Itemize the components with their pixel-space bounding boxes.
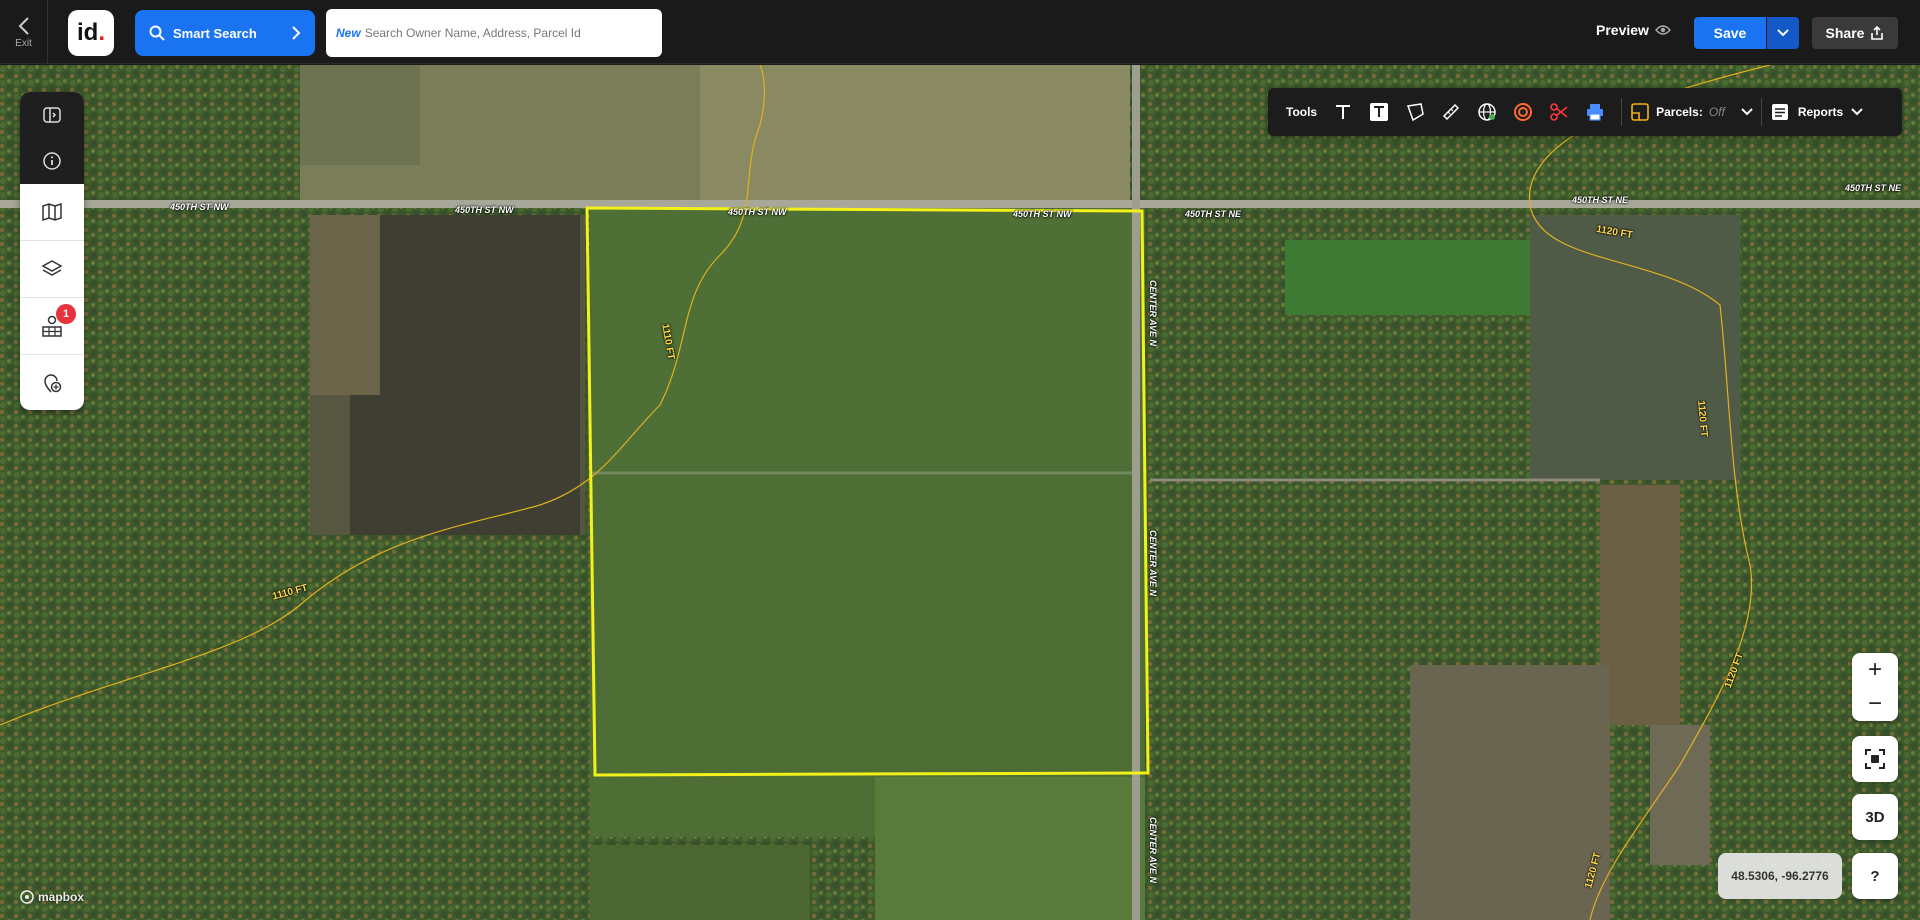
parcels-label: Parcels:	[1656, 105, 1703, 119]
road-label: 450TH ST NE	[1185, 209, 1242, 219]
layers-button[interactable]	[20, 241, 84, 297]
target-icon	[1514, 103, 1533, 121]
globe-tool-button[interactable]	[1469, 94, 1505, 130]
exit-label: Exit	[15, 37, 32, 49]
smart-search-label: Smart Search	[173, 25, 257, 41]
info-icon	[43, 152, 61, 170]
preview-button[interactable]: Preview	[1596, 22, 1671, 38]
chevron-right-icon	[292, 26, 301, 40]
road-label: 450TH ST NW	[170, 202, 229, 212]
left-toolbar: 1	[20, 92, 84, 410]
logo-dot: .	[98, 19, 105, 46]
map-canvas[interactable]: 450TH ST NW 450TH ST NW 450TH ST NW 450T…	[0, 65, 1920, 920]
road-label: 450TH ST NW	[728, 207, 787, 217]
scissors-icon	[1550, 103, 1568, 121]
help-button[interactable]: ?	[1852, 853, 1898, 899]
parcels-icon	[1631, 103, 1649, 121]
exit-button[interactable]: Exit	[0, 0, 48, 64]
divider	[1760, 98, 1762, 126]
share-button[interactable]: Share	[1812, 17, 1898, 49]
share-label: Share	[1825, 25, 1865, 41]
add-location-icon	[44, 374, 62, 393]
search-icon	[149, 25, 165, 41]
chevron-down-icon	[1777, 29, 1789, 37]
print-tool-button[interactable]	[1577, 94, 1613, 130]
road-label: CENTER AVE N	[1148, 530, 1158, 597]
reports-menu[interactable]: Reports	[1770, 102, 1863, 122]
road-label: 450TH ST NW	[455, 205, 514, 215]
print-icon	[1587, 104, 1604, 121]
polygon-icon	[1407, 103, 1424, 122]
zoom-out-button[interactable]: −	[1852, 687, 1898, 721]
fit-bounds-button[interactable]	[1852, 736, 1898, 782]
mapbox-label: mapbox	[38, 890, 85, 904]
logo-text: id	[77, 19, 99, 46]
top-bar: Exit id. Smart Search New Preview Save S…	[0, 0, 1920, 64]
chevron-down-icon	[1741, 108, 1753, 116]
road-label: CENTER AVE N	[1148, 817, 1158, 884]
layers-icon	[41, 260, 63, 276]
save-options-button[interactable]	[1767, 17, 1799, 49]
tools-bar: Tools Parcels: Off Reports	[1268, 88, 1902, 136]
satellite-imagery	[0, 65, 1920, 920]
chevron-down-icon	[1851, 108, 1863, 116]
save-label: Save	[1713, 25, 1747, 41]
report-icon	[1771, 104, 1788, 120]
3d-toggle-button[interactable]: 3D	[1852, 794, 1898, 840]
eye-icon	[1655, 25, 1671, 35]
text-tool-button[interactable]	[1325, 94, 1361, 130]
radius-tool-button[interactable]	[1505, 94, 1541, 130]
polygon-tool-button[interactable]	[1397, 94, 1433, 130]
coordinates-display[interactable]: 48.5306, -96.2776	[1718, 853, 1842, 899]
focus-frame-icon	[1865, 749, 1885, 769]
road-label: 450TH ST NW	[1013, 209, 1072, 219]
preview-label: Preview	[1596, 22, 1649, 38]
share-icon	[1871, 26, 1884, 40]
text-box-tool-button[interactable]	[1361, 94, 1397, 130]
chevron-left-icon	[18, 16, 29, 35]
search-new-label: New	[336, 26, 361, 40]
road-label: CENTER AVE N	[1148, 280, 1158, 347]
mapbox-attribution[interactable]: mapbox	[20, 890, 84, 904]
app-logo[interactable]: id.	[68, 10, 114, 56]
reports-label: Reports	[1797, 105, 1844, 119]
text-box-icon	[1370, 103, 1389, 121]
parcels-state: Off	[1708, 105, 1725, 119]
map-icon	[42, 202, 62, 222]
text-icon	[1336, 105, 1351, 119]
divider	[1621, 98, 1623, 126]
map-button[interactable]	[20, 184, 84, 240]
search-bar[interactable]: New	[326, 9, 662, 57]
collapse-panel-icon	[43, 107, 61, 123]
zoom-control: + −	[1852, 653, 1898, 721]
split-tool-button[interactable]	[1541, 94, 1577, 130]
smart-search-button[interactable]: Smart Search	[135, 10, 315, 56]
parcels-toggle[interactable]: Parcels: Off	[1630, 102, 1753, 122]
zoom-in-button[interactable]: +	[1852, 653, 1898, 687]
save-button[interactable]: Save	[1694, 17, 1766, 49]
ruler-tool-button[interactable]	[1433, 94, 1469, 130]
notification-badge: 1	[56, 304, 76, 324]
search-input[interactable]	[364, 26, 652, 40]
add-location-button[interactable]	[20, 355, 84, 410]
tools-label: Tools	[1286, 105, 1318, 119]
road-label: 450TH ST NE	[1845, 183, 1902, 193]
collapse-panel-button[interactable]	[20, 92, 84, 138]
info-button[interactable]	[20, 138, 84, 184]
road-label: 450TH ST NE	[1572, 195, 1629, 205]
mapbox-logo-icon	[20, 890, 34, 904]
ruler-icon	[1443, 103, 1460, 121]
globe-icon	[1478, 103, 1496, 121]
properties-button[interactable]: 1	[20, 298, 84, 354]
